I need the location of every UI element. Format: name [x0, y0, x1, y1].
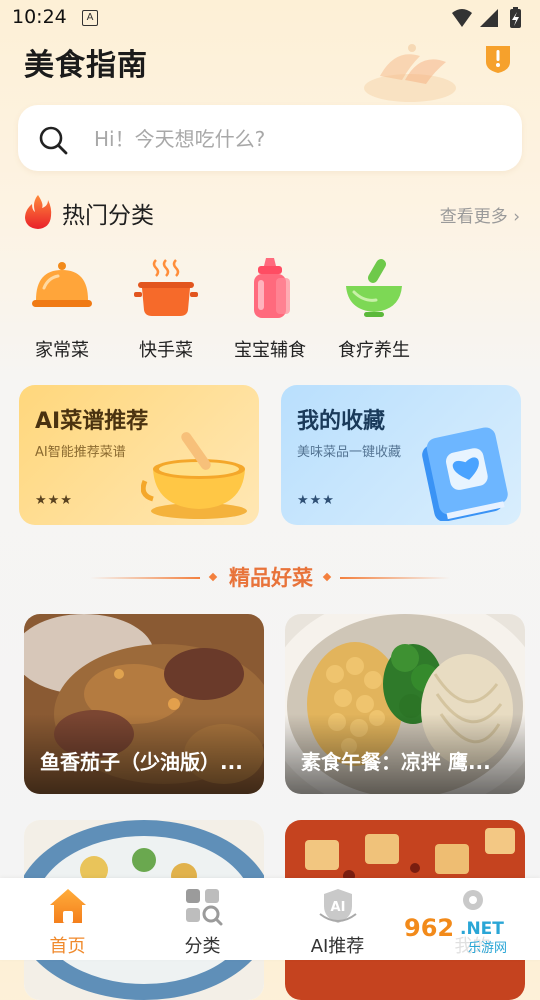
rating-stars: ★★★ — [35, 493, 73, 508]
status-time: 10:24 — [12, 6, 67, 28]
svg-text:962: 962 — [404, 914, 454, 942]
divider-dot-left — [208, 572, 218, 582]
system-status-icons — [452, 7, 521, 28]
divider-right — [340, 577, 450, 579]
category-label: 家常菜 — [35, 340, 89, 361]
home-icon — [50, 889, 86, 923]
see-more-link[interactable]: 查看更多 › — [440, 202, 520, 227]
featured-section-header: 精品好菜 — [0, 560, 540, 594]
pot-icon — [134, 259, 198, 316]
tab-category[interactable]: 分类 — [135, 878, 270, 960]
mortar-bowl-icon — [346, 259, 402, 317]
category-grid-icon — [186, 889, 223, 926]
shrimp-dish-decoration-icon — [364, 44, 456, 102]
category-label: 宝宝辅食 — [234, 340, 306, 361]
status-bar: 10:24 A — [0, 0, 540, 36]
baby-bottle-icon — [254, 258, 290, 318]
rating-stars: ★★★ — [297, 493, 335, 508]
tab-home[interactable]: 首页 — [0, 878, 135, 960]
svg-text:.NET: .NET — [460, 919, 504, 939]
soup-bowl-icon — [141, 432, 247, 519]
tab-ai-recommend[interactable]: AI AI推荐 — [270, 878, 405, 960]
my-favorites-card[interactable]: 我的收藏 美味菜品一键收藏 ★★★ — [281, 385, 521, 525]
tab-label: AI推荐 — [310, 936, 365, 957]
recipe-title: 鱼香茄子（少油版）... — [40, 750, 243, 774]
category-home-cooking[interactable]: 家常菜 — [10, 252, 110, 362]
category-baby-food[interactable]: 宝宝辅食 — [218, 252, 318, 362]
heart-book-icon — [422, 427, 508, 521]
battery-charging-icon — [510, 7, 521, 28]
ai-shield-icon: AI — [319, 889, 357, 923]
hot-categories-title: 热门分类 — [62, 203, 154, 229]
divider-left — [90, 577, 200, 579]
search-bar[interactable] — [18, 105, 522, 171]
category-label: 食疗养生 — [338, 340, 410, 361]
wifi-icon — [452, 9, 472, 27]
recipe-card[interactable]: 鱼香茄子（少油版）... — [24, 614, 264, 794]
my-favorites-title: 我的收藏 — [297, 409, 386, 434]
hot-categories-header: 热门分类 查看更多 › — [22, 192, 522, 232]
category-diet-therapy[interactable]: 食疗养生 — [322, 252, 422, 362]
search-input[interactable] — [92, 123, 496, 155]
fire-icon — [25, 195, 52, 229]
category-quick-dishes[interactable]: 快手菜 — [114, 252, 214, 362]
a-notification-icon: A — [82, 10, 98, 26]
search-icon[interactable] — [38, 125, 68, 155]
shield-alert-icon[interactable] — [482, 42, 514, 74]
divider-dot-right — [322, 572, 332, 582]
category-label: 快手菜 — [139, 340, 193, 361]
my-favorites-subtitle: 美味菜品一键收藏 — [297, 445, 402, 460]
ai-recipe-subtitle: AI智能推荐菜谱 — [35, 445, 126, 460]
ai-recipe-title: AI菜谱推荐 — [35, 409, 149, 434]
svg-text:乐游网: 乐游网 — [468, 941, 507, 956]
signal-icon — [480, 9, 498, 27]
tab-label: 分类 — [184, 936, 221, 957]
recipe-card[interactable]: 素食午餐：凉拌 鹰... — [285, 614, 525, 794]
featured-section-title: 精品好菜 — [229, 566, 313, 590]
site-watermark-logo: 962 .NET 乐游网 — [398, 910, 534, 956]
app-title: 美食指南 — [24, 48, 148, 83]
cloche-icon — [32, 262, 92, 307]
tab-label: 首页 — [49, 936, 86, 957]
svg-text:AI: AI — [331, 900, 346, 915]
ai-recipe-card[interactable]: AI菜谱推荐 AI智能推荐菜谱 ★★★ — [19, 385, 259, 525]
recipe-title: 素食午餐：凉拌 鹰... — [301, 750, 491, 774]
